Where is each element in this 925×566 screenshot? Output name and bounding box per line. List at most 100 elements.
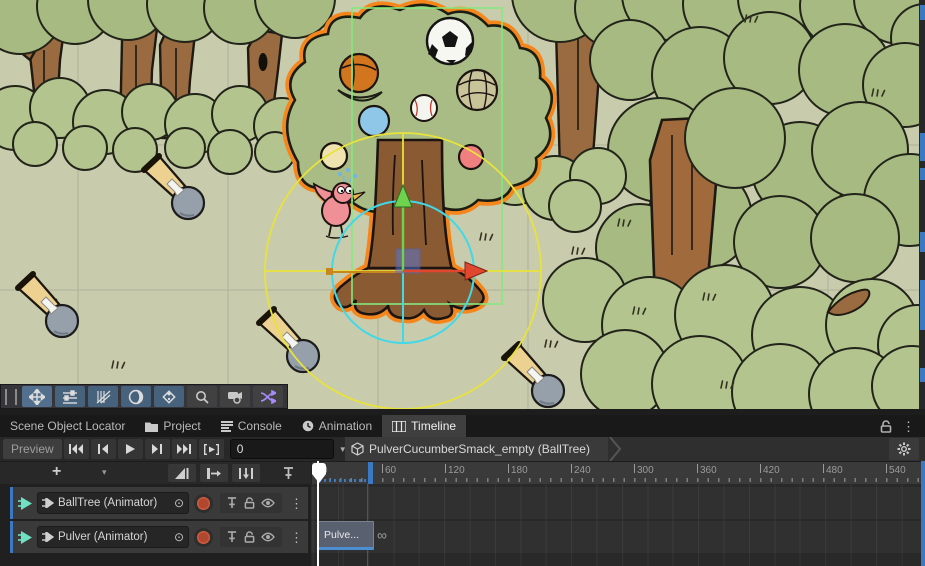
- tab-label: Console: [238, 419, 282, 433]
- play-icon: [126, 444, 135, 454]
- ruler-label: 60: [385, 465, 396, 476]
- scene-right-scroll[interactable]: [919, 0, 925, 410]
- scene-toolbar: [0, 384, 288, 409]
- ruler-label: 420: [763, 465, 780, 476]
- breadcrumb-title: PulverCucumberSmack_empty (BallTree): [369, 442, 590, 456]
- replace-mode-button[interactable]: [232, 464, 260, 482]
- tab-label: Timeline: [411, 419, 456, 433]
- play-button[interactable]: [118, 439, 143, 459]
- eye-icon[interactable]: [261, 498, 275, 508]
- unlock-icon[interactable]: [244, 531, 255, 543]
- animator-icon: [42, 498, 54, 508]
- object-picker-icon[interactable]: ⊙: [174, 530, 184, 544]
- move-gizmo-plane-handle[interactable]: [396, 249, 420, 273]
- playhead-line[interactable]: [317, 461, 319, 566]
- soccer-ball[interactable]: [427, 18, 473, 64]
- track-header-balltree[interactable]: BallTree (Animator) ⊙ ⋮: [10, 487, 308, 519]
- ripple-mode-button[interactable]: [200, 464, 228, 482]
- mix-mode-button[interactable]: [168, 464, 196, 482]
- diamond-tool-button[interactable]: [154, 386, 184, 407]
- animator-object-field[interactable]: Pulver (Animator) ⊙: [37, 526, 189, 548]
- play-range-icon: [204, 444, 219, 455]
- blue-ball[interactable]: [359, 106, 389, 136]
- animation-track-icon: [18, 531, 33, 544]
- track-name: BallTree (Animator): [58, 497, 170, 509]
- sliders-tool-button[interactable]: [55, 386, 85, 407]
- track-lanes[interactable]: Pulve... ∞: [311, 484, 925, 566]
- tab-label: Project: [163, 419, 200, 433]
- move-tool-icon: [29, 389, 45, 405]
- drag-handle[interactable]: [5, 389, 17, 405]
- track-header-pulver[interactable]: Pulver (Animator) ⊙ ⋮: [10, 521, 308, 553]
- add-track-caret[interactable]: ▾: [102, 467, 107, 478]
- console-lines-icon: [221, 421, 233, 432]
- track-controls: [220, 527, 282, 547]
- unlock-icon[interactable]: [880, 420, 892, 433]
- track-color-stripe: [10, 521, 13, 553]
- camera-visibility-button[interactable]: [220, 386, 250, 407]
- play-range-button[interactable]: [199, 439, 224, 459]
- ruler-minor-ticks: [319, 478, 925, 482]
- step-forward-button[interactable]: [145, 439, 170, 459]
- unlock-icon[interactable]: [244, 497, 255, 509]
- object-picker-icon[interactable]: ⊙: [174, 496, 184, 510]
- tab-animation[interactable]: Animation: [292, 415, 382, 437]
- kebab-menu-icon[interactable]: ⋮: [902, 420, 915, 433]
- eye-icon[interactable]: [261, 532, 275, 542]
- timeline-scrollbar[interactable]: [921, 461, 925, 566]
- breadcrumb-chevron: [608, 437, 622, 461]
- mix-mode-icon: [175, 468, 189, 479]
- ruler-label: 120: [448, 465, 465, 476]
- step-back-button[interactable]: [91, 439, 116, 459]
- tab-bar: Scene Object Locator Project Console Ani…: [0, 415, 925, 437]
- camera-eye-icon: [227, 390, 243, 404]
- timeline-tracks: Pulve... ∞ BallTree (Animator) ⊙ ⋮: [0, 484, 925, 566]
- markers-toggle-button[interactable]: [274, 464, 302, 482]
- animator-object-field[interactable]: BallTree (Animator) ⊙: [37, 492, 189, 514]
- tab-console[interactable]: Console: [211, 415, 292, 437]
- pin-icon[interactable]: [227, 531, 237, 543]
- skip-to-end-button[interactable]: [172, 439, 197, 459]
- record-button[interactable]: [197, 531, 210, 544]
- frame-number-field[interactable]: 0: [230, 439, 334, 459]
- pin-icon[interactable]: [227, 497, 237, 509]
- tab-timeline[interactable]: Timeline: [382, 415, 466, 437]
- tab-scene-object-locator[interactable]: Scene Object Locator: [0, 415, 135, 437]
- ruler-label: 360: [700, 465, 717, 476]
- track-kebab-menu[interactable]: ⋮: [290, 531, 303, 544]
- track-kebab-menu[interactable]: ⋮: [290, 497, 303, 510]
- preview-toggle-button[interactable]: Preview: [3, 439, 62, 459]
- animation-track-icon: [18, 497, 33, 510]
- timeline-ruler[interactable]: 0 60 120 180 240 300 360 420 480 540: [311, 462, 925, 484]
- clock-icon: [302, 420, 314, 432]
- skip-to-start-button[interactable]: [64, 439, 89, 459]
- lane-pulver[interactable]: [311, 521, 925, 553]
- infinite-clip-icon: ∞: [377, 521, 387, 550]
- shuffle-tool-button[interactable]: [253, 386, 283, 407]
- add-track-button[interactable]: +: [52, 463, 61, 481]
- clip-pulver[interactable]: Pulve...: [318, 521, 374, 550]
- skip-to-start-icon: [69, 444, 83, 454]
- lane-balltree[interactable]: [311, 487, 925, 519]
- film-strip-icon: [392, 421, 406, 432]
- hatch-tool-button[interactable]: [88, 386, 118, 407]
- record-button[interactable]: [197, 497, 210, 510]
- tab-project[interactable]: Project: [135, 415, 210, 437]
- breadcrumb-zone: PulverCucumberSmack_empty (BallTree): [345, 437, 925, 461]
- circle-tool-icon: [128, 389, 144, 405]
- search-icon: [195, 390, 209, 404]
- search-tool-button[interactable]: [187, 386, 217, 407]
- circle-tool-button[interactable]: [121, 386, 151, 407]
- bottom-right-bushes[interactable]: [543, 258, 925, 410]
- move-tool-button[interactable]: [22, 386, 52, 407]
- timeline-settings-button[interactable]: [889, 438, 919, 460]
- ruler-label: 180: [511, 465, 528, 476]
- baseball[interactable]: [411, 95, 437, 121]
- duration-end-marker[interactable]: [368, 462, 373, 484]
- diamond-tool-icon: [161, 389, 177, 405]
- volleyball[interactable]: [457, 70, 497, 110]
- breadcrumb[interactable]: PulverCucumberSmack_empty (BallTree): [345, 437, 608, 461]
- skip-to-end-icon: [177, 444, 191, 454]
- scene-view[interactable]: [0, 0, 925, 410]
- ruler-label: 480: [826, 465, 843, 476]
